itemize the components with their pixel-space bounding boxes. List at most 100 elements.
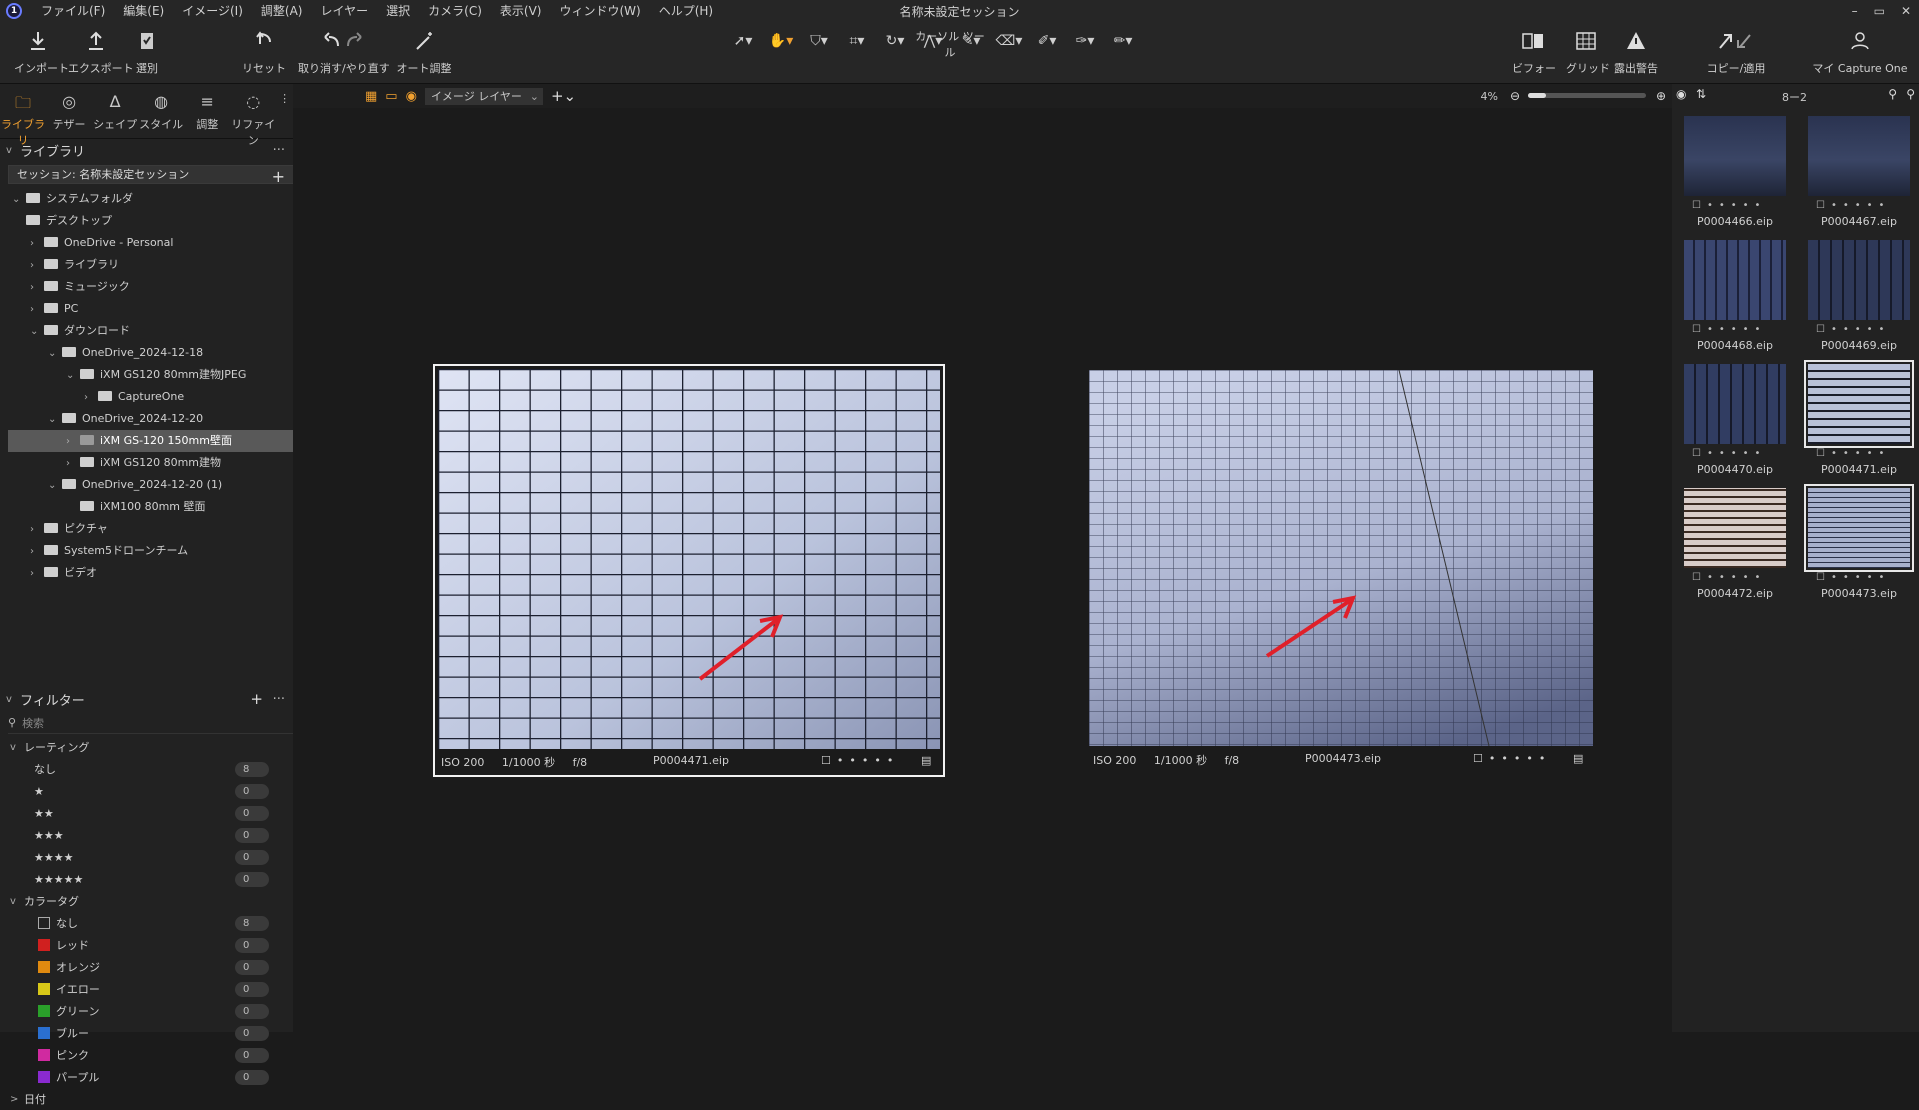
chevron-right-icon[interactable]: ›: [66, 453, 80, 475]
chevron-down-icon[interactable]: ⌄: [66, 365, 80, 387]
thumbnail-rating-dots[interactable]: ☐•••••: [1816, 200, 1890, 211]
import-button[interactable]: インポート: [14, 28, 69, 76]
folder-row[interactable]: ⌄ OneDrive_2024-12-20: [0, 408, 293, 430]
folder-row[interactable]: ⌄ システムフォルダ: [0, 188, 293, 210]
menu-item[interactable]: 編集(E): [114, 0, 173, 22]
eraser-tool-icon[interactable]: ⌫▾: [992, 30, 1026, 52]
thumbnail-rating-dots[interactable]: ☐•••••: [1692, 572, 1766, 583]
more-tabs-icon[interactable]: ⋮: [276, 84, 293, 138]
zoom-in-icon[interactable]: ⊕: [1656, 89, 1666, 103]
folder-row[interactable]: › PC: [0, 298, 293, 320]
sort-icon[interactable]: ⇅: [1696, 87, 1706, 101]
undo-redo-button[interactable]: 取り消す/やり直す: [298, 28, 390, 76]
thumbnail-image[interactable]: [1804, 484, 1914, 572]
chevron-right-icon[interactable]: ›: [30, 255, 44, 277]
layer-select[interactable]: イメージ レイヤー ⌄: [424, 87, 543, 105]
filter-search[interactable]: ⚲ 検索 ···: [8, 712, 338, 734]
date-header[interactable]: > 日付: [0, 1088, 293, 1110]
folder-row[interactable]: ⌄ OneDrive_2024-12-18: [0, 342, 293, 364]
tab-3[interactable]: ◍ スタイル: [138, 84, 184, 138]
annotate-tool-icon[interactable]: ✏▾: [1106, 30, 1140, 52]
folder-row[interactable]: › iXM GS120 80mm建物: [0, 452, 293, 474]
color-tag-header[interactable]: v カラータグ: [0, 890, 293, 912]
filters-header[interactable]: v フィルター + ···: [0, 688, 293, 710]
pan-tool-icon[interactable]: ✋▾: [764, 30, 798, 52]
minimize-button[interactable]: –: [1852, 0, 1858, 22]
folder-row[interactable]: ›ドキュメント: [0, 584, 293, 588]
color-filter-row[interactable]: なし 8: [0, 912, 293, 934]
tab-4[interactable]: ≡ 調整: [184, 84, 230, 138]
rating-filter-row[interactable]: ★★ 0: [0, 802, 293, 824]
rating-filter-row[interactable]: ★ 0: [0, 780, 293, 802]
select-button[interactable]: 選別: [130, 28, 164, 76]
single-view-icon[interactable]: ▭: [385, 89, 397, 104]
add-icon[interactable]: +: [272, 167, 285, 186]
loupe-tool-icon[interactable]: ⛉▾: [802, 30, 836, 52]
color-filter-row[interactable]: ピンク 0: [0, 1044, 293, 1066]
search-input[interactable]: 検索: [22, 715, 44, 731]
thumbnail-image[interactable]: [1684, 488, 1786, 568]
folder-row[interactable]: ⌄ OneDrive_2024-12-20 (1): [0, 474, 293, 496]
search-icon[interactable]: ⚲: [1906, 87, 1915, 101]
rating-header[interactable]: v レーティング: [0, 736, 293, 758]
menu-item[interactable]: ヘルプ(H): [650, 0, 722, 22]
color-filter-row[interactable]: オレンジ 0: [0, 956, 293, 978]
color-filter-row[interactable]: ブルー 0: [0, 1022, 293, 1044]
rating-filter-row[interactable]: なし 8: [0, 758, 293, 780]
thumbnail-image[interactable]: [1684, 240, 1786, 320]
menu-item[interactable]: レイヤー: [311, 0, 377, 22]
thumbnail-rating-dots[interactable]: ☐•••••: [1692, 324, 1766, 335]
color-filter-row[interactable]: グリーン 0: [0, 1000, 293, 1022]
tab-5[interactable]: ◌ リファイン: [230, 84, 276, 147]
reset-button[interactable]: リセット: [240, 28, 288, 76]
folder-row[interactable]: デスクトップ: [0, 210, 293, 232]
folder-row[interactable]: › ピクチャ: [0, 518, 293, 540]
thumbnail-rating-dots[interactable]: ☐•••••: [1692, 448, 1766, 459]
auto-adjust-button[interactable]: オート調整: [394, 28, 454, 76]
chevron-right-icon[interactable]: ›: [30, 277, 44, 299]
copy-apply-button[interactable]: コピー/適用: [1704, 28, 1768, 76]
thumbnail-rating-dots[interactable]: ☐•••••: [1816, 448, 1890, 459]
rating-filter-row[interactable]: ★★★ 0: [0, 824, 293, 846]
chevron-right-icon[interactable]: ›: [30, 519, 44, 541]
menu-item[interactable]: 調整(A): [252, 0, 312, 22]
rating-filter-row[interactable]: ★★★★★ 0: [0, 868, 293, 890]
proof-icon[interactable]: ◉: [406, 89, 417, 104]
thumbnail-rating-dots[interactable]: ☐•••••: [1692, 200, 1766, 211]
folder-row[interactable]: › System5ドローンチーム: [0, 540, 293, 562]
folder-row[interactable]: › ミュージック: [0, 276, 293, 298]
add-layer-icon[interactable]: +⌄: [551, 87, 576, 105]
chevron-right-icon[interactable]: ›: [30, 299, 44, 321]
thumbnail-image[interactable]: [1804, 360, 1914, 448]
tab-1[interactable]: ◎ テザー: [46, 84, 92, 138]
chevron-down-icon[interactable]: ⌄: [48, 409, 62, 431]
menu-item[interactable]: ウィンドウ(W): [550, 0, 649, 22]
maximize-button[interactable]: ▭: [1874, 0, 1885, 22]
multi-view-icon[interactable]: ▦: [365, 89, 377, 104]
close-button[interactable]: ✕: [1901, 0, 1911, 22]
more-icon[interactable]: ···: [273, 692, 285, 707]
pointer-tool-icon[interactable]: ➚▾: [726, 30, 760, 52]
folder-row[interactable]: › ライブラリ: [0, 254, 293, 276]
menu-item[interactable]: 表示(V): [491, 0, 551, 22]
thumbnail-image[interactable]: [1684, 364, 1786, 444]
rating-dots[interactable]: ☐•••••: [1473, 752, 1551, 765]
folder-row[interactable]: ⌄ ダウンロード: [0, 320, 293, 342]
export-button[interactable]: エクスポート: [68, 28, 134, 76]
add-filter-icon[interactable]: +: [250, 690, 263, 708]
chevron-down-icon[interactable]: ⌄: [30, 321, 44, 343]
eye-icon[interactable]: ◉: [1676, 87, 1686, 101]
rotate-tool-icon[interactable]: ↻▾: [878, 30, 912, 52]
zoom-thumb-icon[interactable]: ⚲: [1888, 87, 1897, 101]
image-frame-1[interactable]: ISO 200 1/1000 秒 f/8 P0004471.eip ☐•••••…: [433, 364, 945, 777]
menu-item[interactable]: カメラ(C): [419, 0, 491, 22]
chevron-right-icon[interactable]: ›: [30, 585, 44, 588]
picker-tool-icon[interactable]: ✐▾: [1030, 30, 1064, 52]
color-filter-row[interactable]: パープル 0: [0, 1066, 293, 1088]
chevron-down-icon[interactable]: ⌄: [48, 343, 62, 365]
color-filter-row[interactable]: イエロー 0: [0, 978, 293, 1000]
menu-item[interactable]: イメージ(I): [173, 0, 252, 22]
grid-button[interactable]: グリッド: [1566, 28, 1610, 76]
folder-row[interactable]: › CaptureOne: [0, 386, 293, 408]
chevron-right-icon[interactable]: ›: [30, 563, 44, 585]
